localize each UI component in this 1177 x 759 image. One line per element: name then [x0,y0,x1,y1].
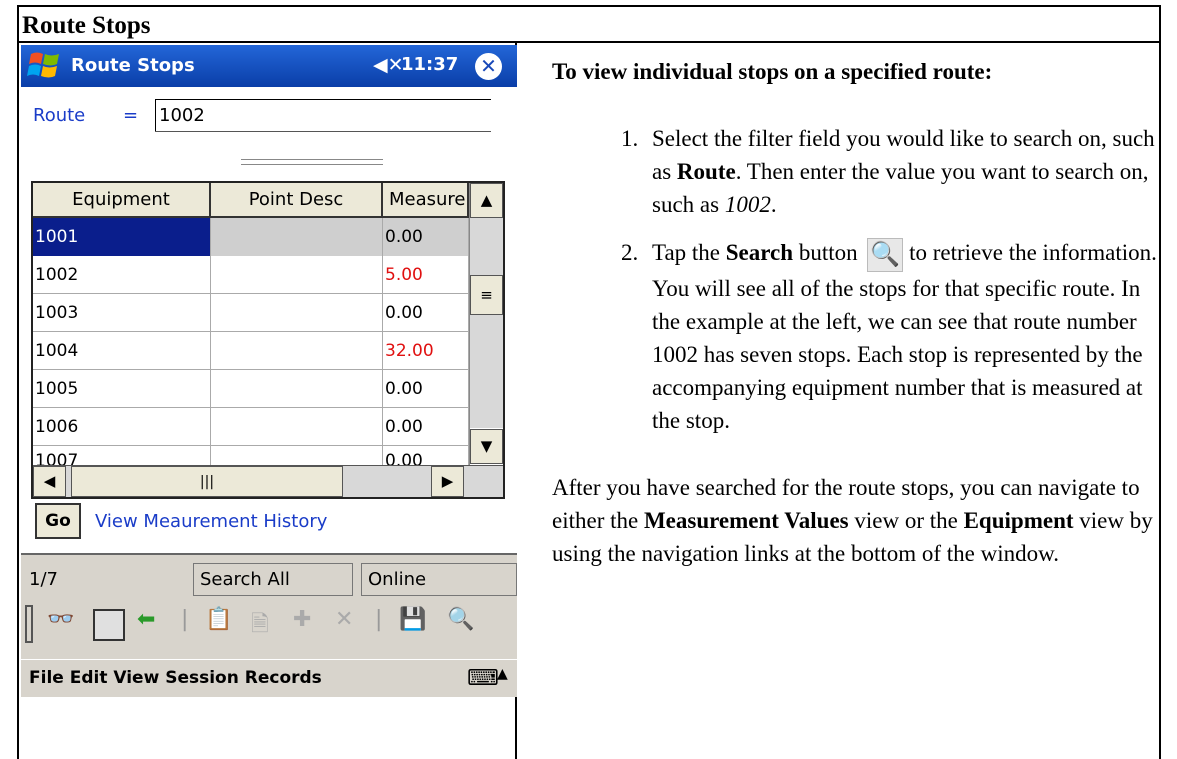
scroll-track[interactable] [470,218,503,428]
status-bar: 1/7 Search All Online 👓 ⬅ | 📋 🗎 ✚ ✕ | 💾 … [21,553,517,659]
horizontal-scrollbar[interactable]: ◀ ||| ▶ [33,465,503,497]
scroll-right-arrow-icon[interactable]: ▶ [431,466,464,497]
copy-icon[interactable]: 🗎 [251,607,269,645]
delete-icon[interactable]: ✕ [335,607,353,632]
speaker-muted-icon[interactable]: ◀✕ [373,54,404,76]
equipment-cell: 1003 [33,294,211,332]
scroll-left-arrow-icon[interactable]: ◀ [33,466,66,497]
menu-items[interactable]: File Edit View Session Records [29,668,322,688]
scroll-thumb[interactable]: ≡ [470,275,503,315]
instructions: To view individual stops on a specified … [552,55,1172,570]
paste-icon[interactable]: 📋 [205,607,232,632]
pocket-pc-screenshot: Route Stops ◀✕ 11:37 ✕ Route = Equipment… [21,45,517,697]
table-row[interactable]: 1001 0.00 [33,218,469,256]
search-mode-box[interactable]: Search All [193,563,353,596]
column-header-measure[interactable]: Measure [383,183,469,218]
column-header-equipment[interactable]: Equipment [33,183,211,218]
equipment-cell: 1007 [33,446,211,465]
measure-cell: 0.00 [383,446,469,465]
stops-grid[interactable]: Equipment Point Desc Measure 1001 0.00 1… [31,181,505,499]
section-header: Route Stops [19,7,1159,43]
filter-operator: = [123,105,139,126]
point-desc-cell [211,294,383,332]
search-icon[interactable]: 🔍 [447,607,474,632]
table-row[interactable]: 1002 5.00 [33,256,469,294]
separator: | [375,607,383,632]
point-desc-cell [211,218,383,256]
keyboard-icon[interactable]: ⌨ [467,666,499,691]
windows-logo-icon[interactable] [27,50,63,82]
measure-cell: 0.00 [383,294,469,332]
table-row[interactable]: 1003 0.00 [33,294,469,332]
equipment-cell: 1004 [33,332,211,370]
document-table: Route Stops Route Stops ◀✕ 11:37 ✕ Route… [17,5,1161,759]
panel-splitter[interactable] [241,159,383,165]
view-history-link[interactable]: View Meaurement History [95,511,327,532]
back-arrow-icon[interactable]: ⬅ [137,607,155,632]
point-desc-cell [211,370,383,408]
equipment-cell: 1002 [33,256,211,294]
close-button[interactable]: ✕ [475,53,502,80]
instructions-title: To view individual stops on a specified … [552,59,993,84]
equipment-cell: 1005 [33,370,211,408]
record-count: 1/7 [29,569,58,590]
point-desc-cell [211,332,383,370]
title-bar: Route Stops ◀✕ 11:37 ✕ [21,45,517,87]
form-view-icon[interactable] [93,609,125,641]
table-row[interactable]: 1005 0.00 [33,370,469,408]
measure-cell: 5.00 [383,256,469,294]
chevron-up-icon[interactable]: ▲ [497,666,508,682]
menu-bar: File Edit View Session Records ⌨ ▲ [21,659,517,697]
input-underline [155,131,491,132]
equipment-cell: 1001 [33,218,211,256]
equipment-cell: 1006 [33,408,211,446]
navigation-paragraph: After you have searched for the route st… [552,475,1153,566]
glasses-icon[interactable]: 👓 [47,607,74,632]
steps-list: Select the filter field you would like t… [552,122,1172,437]
list-item: Tap the Search button 🔍 to retrieve the … [644,236,1172,437]
go-button[interactable]: Go [35,503,81,539]
point-desc-cell [211,446,383,465]
point-desc-cell [211,408,383,446]
measure-cell: 0.00 [383,218,469,256]
toolbar: 👓 ⬅ | 📋 🗎 ✚ ✕ | 💾 🔍 [21,603,517,651]
window-title: Route Stops [71,55,195,76]
measure-cell: 0.00 [383,408,469,446]
scroll-thumb[interactable]: ||| [71,466,343,497]
table-row[interactable]: 1004 32.00 [33,332,469,370]
separator: | [181,607,189,632]
table-row[interactable]: 1007 0.00 [33,446,469,466]
add-icon[interactable]: ✚ [293,607,311,632]
column-header-point-desc[interactable]: Point Desc [211,183,383,218]
save-icon[interactable]: 💾 [399,607,426,632]
route-input[interactable] [155,99,491,131]
point-desc-cell [211,256,383,294]
toolbar-grip-icon[interactable] [25,605,33,643]
search-icon: 🔍 [867,238,904,272]
scroll-up-arrow-icon[interactable]: ▲ [470,183,503,218]
route-filter-label[interactable]: Route [33,105,85,126]
vertical-scrollbar[interactable]: ▲ ≡ ▼ [469,183,503,465]
measure-cell: 32.00 [383,332,469,370]
scroll-down-arrow-icon[interactable]: ▼ [470,429,503,464]
table-row[interactable]: 1006 0.00 [33,408,469,446]
measure-cell: 0.00 [383,370,469,408]
list-item: Select the filter field you would like t… [644,122,1172,221]
connection-status: Online [361,563,517,596]
clock[interactable]: 11:37 [401,54,458,75]
